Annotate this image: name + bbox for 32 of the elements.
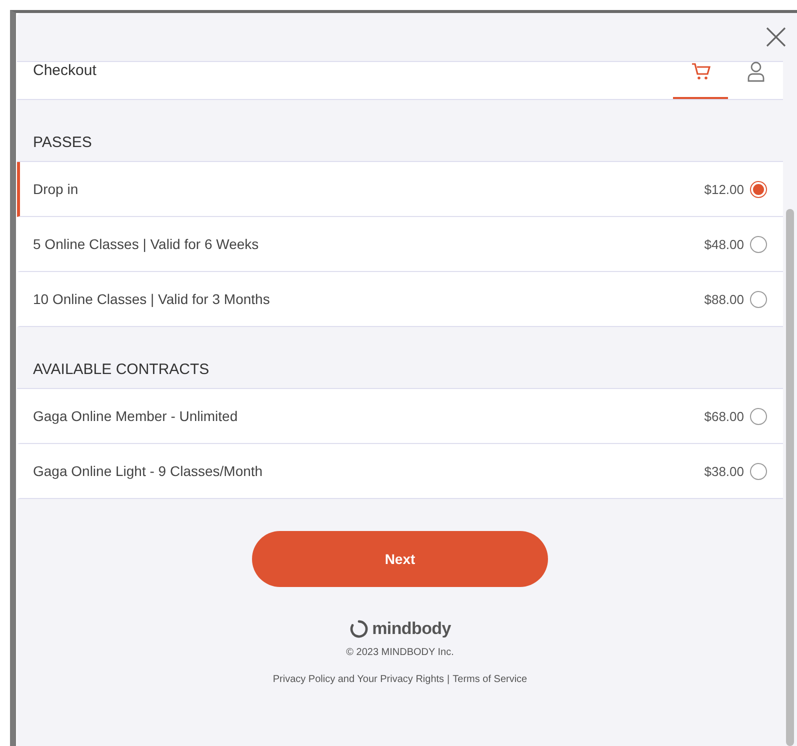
option-price: $38.00: [704, 464, 744, 478]
option-price: $48.00: [704, 236, 744, 252]
logo-icon: [349, 619, 370, 639]
checkout-title: Checkout: [33, 62, 98, 79]
radio-button[interactable]: [750, 408, 767, 424]
option-row[interactable]: 5 Online Classes | Valid for 6 Weeks $48.00: [17, 217, 783, 272]
option-price: $88.00: [704, 292, 744, 306]
close-button[interactable]: [765, 26, 787, 48]
footer-link[interactable]: Privacy Policy and Your Privacy Rights: [272, 674, 444, 685]
option-row[interactable]: Drop in $12.00: [17, 162, 783, 217]
link-separator: |: [447, 674, 450, 685]
option-row[interactable]: Gaga Online Light - 9 Classes/Month $38.00: [17, 444, 783, 499]
option-row[interactable]: Gaga Online Member - Unlimited $68.00: [17, 389, 783, 444]
option-row[interactable]: 10 Online Classes | Valid for 3 Months $88.00: [17, 272, 783, 327]
option-name: Gaga Online Member - Unlimited: [33, 408, 239, 424]
option-price: $68.00: [704, 408, 744, 424]
option-name: Drop in: [33, 181, 80, 197]
option-name: Gaga Online Light - 9 Classes/Month: [33, 463, 264, 479]
next-button[interactable]: Next: [252, 531, 548, 587]
footer-link[interactable]: Terms of Service: [452, 674, 528, 685]
option-name: 10 Online Classes | Valid for 3 Months: [33, 291, 271, 307]
radio-button[interactable]: [750, 236, 767, 252]
scrollbar-thumb[interactable]: [786, 209, 794, 746]
radio-button[interactable]: [750, 290, 767, 308]
option-name: 5 Online Classes | Valid for 6 Weeks: [33, 236, 260, 252]
cart-icon: [690, 60, 712, 82]
radio-button[interactable]: [750, 180, 767, 198]
cart-tab[interactable]: [673, 62, 728, 99]
option-price: $12.00: [704, 182, 744, 196]
brand-name: mindbody: [372, 619, 451, 639]
copyright-text: © 2023 MINDBODY Inc.: [346, 647, 454, 658]
radio-button[interactable]: [750, 462, 767, 480]
